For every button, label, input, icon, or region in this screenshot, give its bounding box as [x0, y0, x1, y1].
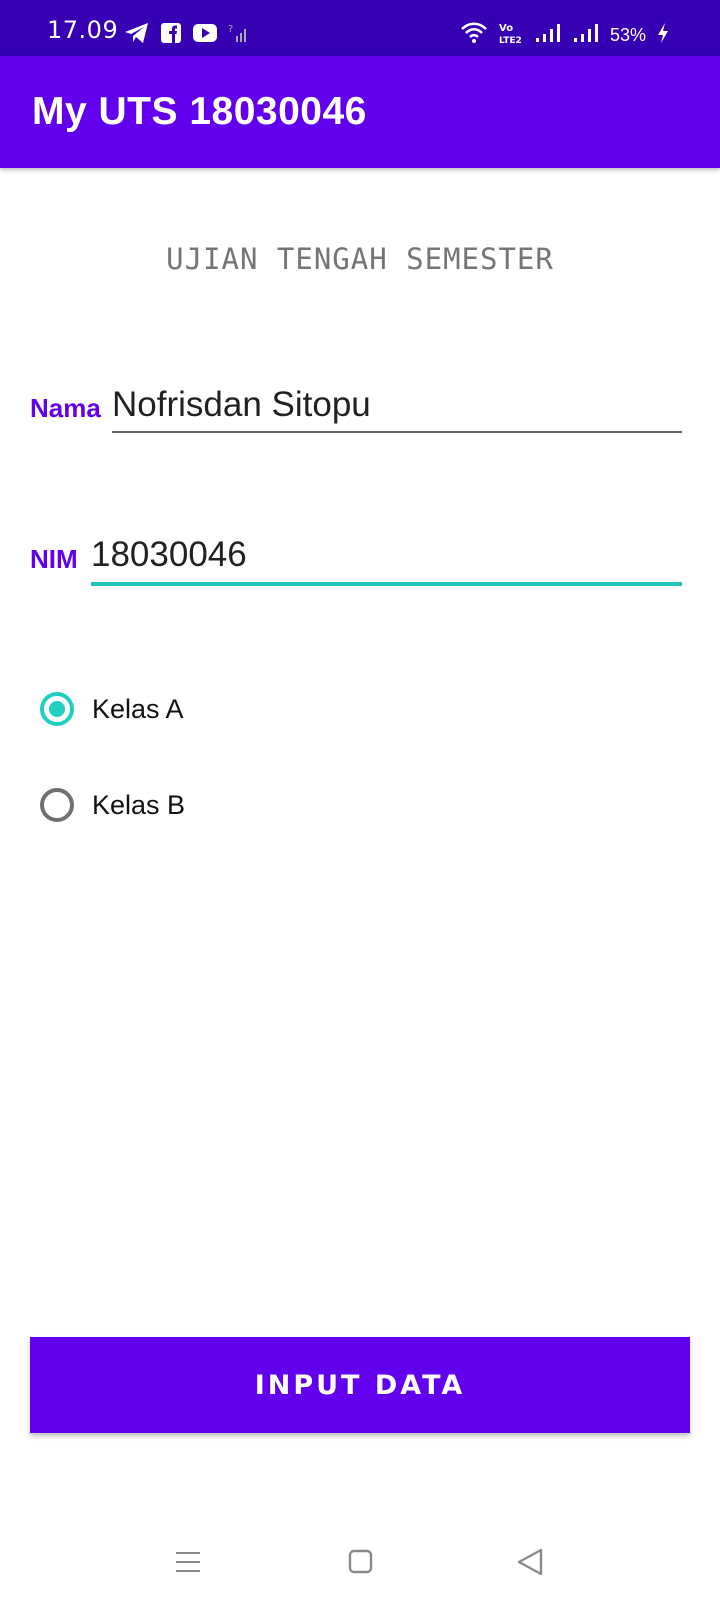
battery-charging-icon: [656, 22, 670, 48]
nama-input[interactable]: Nofrisdan Sitopu: [112, 385, 371, 425]
notification-icons: ?: [124, 22, 250, 48]
radio-button-unchecked[interactable]: [40, 788, 74, 822]
input-data-button[interactable]: INPUT DATA: [30, 1337, 690, 1433]
nim-label: NIM: [30, 544, 78, 574]
radio-button-checked[interactable]: [40, 692, 74, 726]
status-bar: 17.09 ? Vo LTE2 53%: [0, 0, 720, 56]
svg-text:LTE2: LTE2: [499, 36, 522, 45]
radio-kelas-b[interactable]: Kelas B: [40, 783, 185, 827]
radio-label: Kelas B: [92, 789, 186, 820]
menu-icon[interactable]: [168, 1542, 208, 1582]
signal-unknown-icon: ?: [228, 22, 250, 48]
nama-input-underline: [112, 431, 682, 433]
app-title: My UTS 18030046: [32, 90, 367, 133]
nim-input-underline: [91, 582, 682, 586]
nama-label: Nama: [30, 393, 101, 423]
battery-percent: 53%: [609, 24, 646, 45]
system-nav-bar: [0, 1520, 720, 1600]
wifi-icon: [460, 21, 488, 49]
signal-icon: [572, 22, 600, 48]
radio-kelas-a[interactable]: Kelas A: [40, 687, 184, 731]
volte-icon: Vo LTE2: [498, 21, 524, 49]
svg-text:Vo: Vo: [499, 23, 513, 34]
home-icon[interactable]: [340, 1542, 380, 1582]
telegram-icon: [124, 21, 150, 49]
youtube-icon: [192, 23, 218, 47]
status-time: 17.09: [47, 16, 119, 44]
back-icon[interactable]: [511, 1542, 551, 1582]
facebook-icon: [160, 22, 182, 48]
nim-input[interactable]: 18030046: [91, 535, 247, 575]
svg-text:?: ?: [228, 24, 233, 35]
system-icons: Vo LTE2 53%: [460, 22, 670, 48]
signal-icon: [534, 22, 562, 48]
radio-label: Kelas A: [92, 693, 184, 724]
exam-heading: UJIAN TENGAH SEMESTER: [166, 242, 554, 276]
app-bar: My UTS 18030046: [0, 56, 720, 168]
